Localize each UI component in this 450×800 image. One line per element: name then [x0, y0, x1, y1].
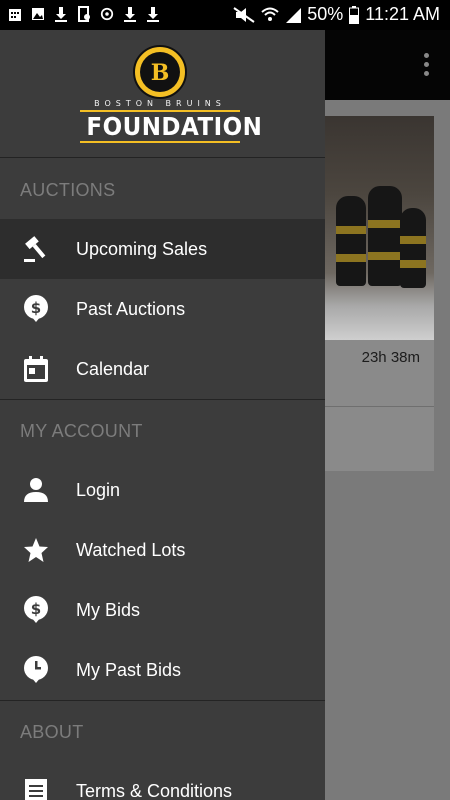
mute-icon: [233, 6, 255, 23]
logo-top-text: BOSTON BRUINS: [94, 99, 226, 108]
system-status: 50% 11:21 AM: [233, 4, 440, 25]
menu-item-label: My Past Bids: [76, 660, 182, 680]
logo-main-text: FOUNDATION: [86, 112, 263, 141]
status-bar: 50% 11:21 AM: [0, 0, 450, 30]
image-notification-icon: [32, 8, 44, 20]
menu-item-my-past-bids[interactable]: My Past Bids: [0, 640, 325, 700]
download-icon-3: [147, 7, 159, 22]
menu-item-label: My Bids: [76, 600, 141, 620]
auction-card[interactable]: 23h 38m: [318, 116, 434, 471]
bruins-logo-icon: B: [133, 45, 187, 99]
download-icon: [55, 7, 67, 22]
menu-item-label: Upcoming Sales: [76, 239, 208, 259]
svg-text:$: $: [31, 600, 41, 618]
drawer-header: B BOSTON BRUINS FOUNDATION: [0, 30, 325, 158]
star-icon: [24, 538, 48, 562]
sync-notification-icon: [100, 7, 114, 21]
notification-icons: [8, 6, 160, 22]
time-remaining: 23h 38m: [361, 349, 420, 366]
menu-item-label: Calendar: [76, 359, 150, 379]
clock-bubble-icon: [24, 656, 48, 683]
section-divider: [0, 399, 325, 400]
menu-item-my-bids[interactable]: $ My Bids: [0, 580, 325, 640]
battery-icon: [349, 5, 360, 24]
wifi-icon: [261, 7, 279, 21]
section-label-about: ABOUT: [20, 722, 84, 742]
svg-text:$: $: [31, 299, 41, 317]
menu-item-label: Past Auctions: [76, 299, 186, 319]
document-icon: [25, 779, 47, 800]
menu-item-past-auctions[interactable]: $ Past Auctions: [0, 279, 325, 339]
menu-item-login[interactable]: Login: [0, 460, 325, 520]
battery-percent: 50%: [307, 4, 344, 24]
person-icon: [24, 478, 48, 502]
section-label-auctions: AUCTIONS: [20, 180, 116, 200]
auction-card-image: [318, 116, 434, 340]
signal-icon: [286, 7, 302, 23]
menu-item-label: Terms & Conditions: [76, 781, 233, 800]
download-icon-2: [124, 7, 136, 22]
card-divider: [318, 406, 434, 407]
overflow-menu-icon[interactable]: [424, 53, 430, 77]
gavel-icon: [24, 236, 46, 262]
menu-item-upcoming-sales[interactable]: Upcoming Sales: [0, 219, 325, 279]
menu-item-label: Watched Lots: [76, 540, 186, 560]
menu-item-terms-conditions[interactable]: Terms & Conditions: [0, 761, 325, 800]
menu-item-calendar[interactable]: Calendar: [0, 339, 325, 399]
navigation-drawer: B BOSTON BRUINS FOUNDATION AUCTIONS Upco…: [0, 30, 325, 800]
calendar-icon: [24, 356, 48, 382]
menu-item-watched-lots[interactable]: Watched Lots: [0, 520, 325, 580]
dollar-bubble-icon: $: [24, 295, 48, 322]
section-divider: [0, 700, 325, 701]
dollar-bubble-icon: $: [24, 596, 48, 623]
section-label-my-account: MY ACCOUNT: [20, 421, 143, 441]
screenshot-notification-icon: [78, 6, 90, 22]
menu-item-label: Login: [76, 480, 121, 500]
logo-rule-bottom: [80, 141, 240, 143]
calendar-notification-icon: [9, 9, 21, 21]
clock: 11:21 AM: [365, 4, 440, 24]
